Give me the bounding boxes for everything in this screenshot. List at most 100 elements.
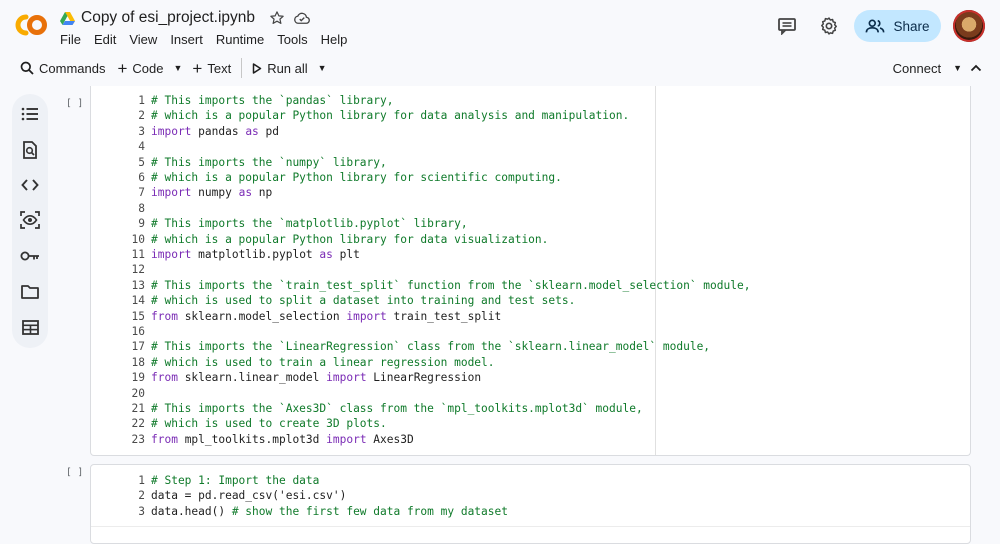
caret-down-icon: ▼ <box>317 63 327 73</box>
code-line[interactable]: 17 # This imports the `LinearRegression` … <box>91 339 711 354</box>
line-number: 3 <box>138 504 145 518</box>
code-text: pd <box>258 124 280 138</box>
line-number: 1 <box>138 474 145 487</box>
code-line[interactable]: 2 # which is a popular Python library for… <box>91 108 629 123</box>
notebook-toolbar: Commands + Code ▼ + Text Run all ▼ Conne… <box>10 54 990 82</box>
code-line[interactable]: 6 # which is a popular Python library for… <box>91 170 562 185</box>
line-number: 1 <box>138 94 145 107</box>
menu-insert[interactable]: Insert <box>170 32 203 47</box>
share-button[interactable]: Share <box>854 10 941 42</box>
star-icon[interactable] <box>269 10 285 26</box>
logo-text: CO <box>12 11 14 12</box>
code-line[interactable]: 11 import matplotlib.pyplot as plt <box>91 247 360 262</box>
menu-tools[interactable]: Tools <box>277 32 307 47</box>
add-code-button[interactable]: + Code <box>111 54 169 82</box>
code-line[interactable]: 21 # This imports the `Axes3D` class from… <box>91 401 643 416</box>
code-cell[interactable]: 1 # This imports the `pandas` library, 2 # … <box>90 86 971 456</box>
code-line[interactable]: 8 <box>91 201 151 216</box>
run-all-button[interactable]: Run all <box>246 54 313 82</box>
run-cell-button[interactable]: [ ] <box>66 98 83 109</box>
code-keyword: as <box>238 186 253 200</box>
line-number: 20 <box>131 386 145 400</box>
code-line[interactable]: 1 # This imports the `pandas` library, <box>91 93 393 108</box>
menu-bar: File Edit View Insert Runtime Tools Help <box>60 32 360 47</box>
play-icon <box>252 62 262 74</box>
code-line[interactable]: 14 # which is used to split a dataset int… <box>91 293 576 308</box>
code-keyword: as <box>245 124 259 138</box>
variables-icon[interactable] <box>19 209 41 231</box>
menu-view[interactable]: View <box>129 32 157 47</box>
code-line[interactable]: 9 # This imports the `matplotlib.pyplot` … <box>91 216 467 231</box>
data-table-icon[interactable] <box>19 316 41 338</box>
code-comment: # This imports the `LinearRegression` cl… <box>151 340 711 354</box>
code-keyword: import <box>151 186 192 200</box>
code-line[interactable]: 19 from sklearn.linear_model import Linea… <box>91 370 482 385</box>
code-text: plt <box>332 248 360 261</box>
secrets-key-icon[interactable] <box>19 245 41 267</box>
colab-logo[interactable]: CO <box>12 11 48 39</box>
code-line[interactable]: 3 data.head() # show the first few data f… <box>91 504 508 519</box>
avatar[interactable] <box>953 10 985 42</box>
collapse-toolbar-button[interactable] <box>968 54 990 82</box>
find-icon[interactable] <box>19 139 41 161</box>
line-number: 5 <box>138 155 145 169</box>
code-line[interactable]: 10 # which is a popular Python library fo… <box>91 232 549 247</box>
line-number: 18 <box>131 355 145 369</box>
folder-icon[interactable] <box>19 280 41 302</box>
code-line[interactable]: 4 <box>91 139 151 154</box>
run-cell-button[interactable]: [ ] <box>66 467 83 478</box>
code-line[interactable]: 5 # This imports the `numpy` library, <box>91 155 387 170</box>
code-cell[interactable]: 1 # Step 1: Import the data 2 data = pd.rea… <box>90 464 971 544</box>
code-text: Axes3D <box>366 432 414 446</box>
line-length-ruler <box>655 86 656 455</box>
search-icon <box>20 61 34 75</box>
code-line[interactable]: 1 # Step 1: Import the data <box>91 473 319 488</box>
title-row: Copy of esi_project.ipynb <box>60 8 311 28</box>
code-text: sklearn.model_selection <box>177 309 347 323</box>
line-number: 17 <box>131 340 145 354</box>
google-drive-icon[interactable] <box>60 11 75 25</box>
code-comment: # which is a popular Python library for … <box>151 171 562 184</box>
toc-icon[interactable] <box>19 103 41 125</box>
code-keyword: from <box>151 309 178 323</box>
code-line[interactable]: 22 # which is used to create 3D plots. <box>91 416 387 431</box>
comment-icon[interactable] <box>776 16 798 36</box>
notebook-title[interactable]: Copy of esi_project.ipynb <box>81 9 255 27</box>
add-code-dropdown[interactable]: ▼ <box>169 54 186 82</box>
code-line[interactable]: 12 <box>91 262 151 277</box>
connect-dropdown[interactable]: ▼ <box>947 54 968 82</box>
menu-file[interactable]: File <box>60 32 81 47</box>
left-sidebar <box>12 94 48 348</box>
line-number: 3 <box>138 124 145 138</box>
plus-icon: + <box>117 58 128 78</box>
line-number: 16 <box>131 325 145 338</box>
code-text: data.head() <box>151 504 232 518</box>
code-text: mpl_toolkits.mplot3d <box>177 432 327 446</box>
code-comment: # which is used to train a linear regres… <box>151 355 495 369</box>
code-line[interactable]: 2 data = pd.read_csv('esi.csv') <box>91 488 346 503</box>
menu-help[interactable]: Help <box>321 32 348 47</box>
code-comment: # which is used to split a dataset into … <box>151 294 576 308</box>
gear-icon[interactable] <box>818 15 840 37</box>
code-line[interactable]: 13 # This imports the `train_test_split` … <box>91 278 751 293</box>
code-keyword: import <box>346 309 387 323</box>
caret-down-icon: ▼ <box>173 63 183 73</box>
code-line[interactable]: 15 from sklearn.model_selection import tr… <box>91 309 502 324</box>
line-number: 2 <box>138 109 145 123</box>
menu-runtime[interactable]: Runtime <box>216 32 264 47</box>
code-line[interactable]: 3 import pandas as pd <box>91 124 279 139</box>
code-line[interactable]: 20 <box>91 386 151 401</box>
run-all-dropdown[interactable]: ▼ <box>314 54 331 82</box>
code-comment: # show the first few data from my datase… <box>231 504 508 518</box>
code-snippets-icon[interactable] <box>19 174 41 196</box>
code-line[interactable]: 23 from mpl_toolkits.mplot3d import Axes3… <box>91 432 414 447</box>
code-line[interactable]: 16 <box>91 324 151 339</box>
code-line[interactable]: 18 # which is used to train a linear regr… <box>91 355 495 370</box>
cloud-check-icon[interactable] <box>293 10 311 26</box>
code-line[interactable]: 7 import numpy as np <box>91 185 272 200</box>
commands-button[interactable]: Commands <box>10 54 111 82</box>
add-text-button[interactable]: + Text <box>186 54 237 82</box>
line-number: 15 <box>131 309 145 323</box>
menu-edit[interactable]: Edit <box>94 32 116 47</box>
connect-button[interactable]: Connect <box>887 54 947 82</box>
